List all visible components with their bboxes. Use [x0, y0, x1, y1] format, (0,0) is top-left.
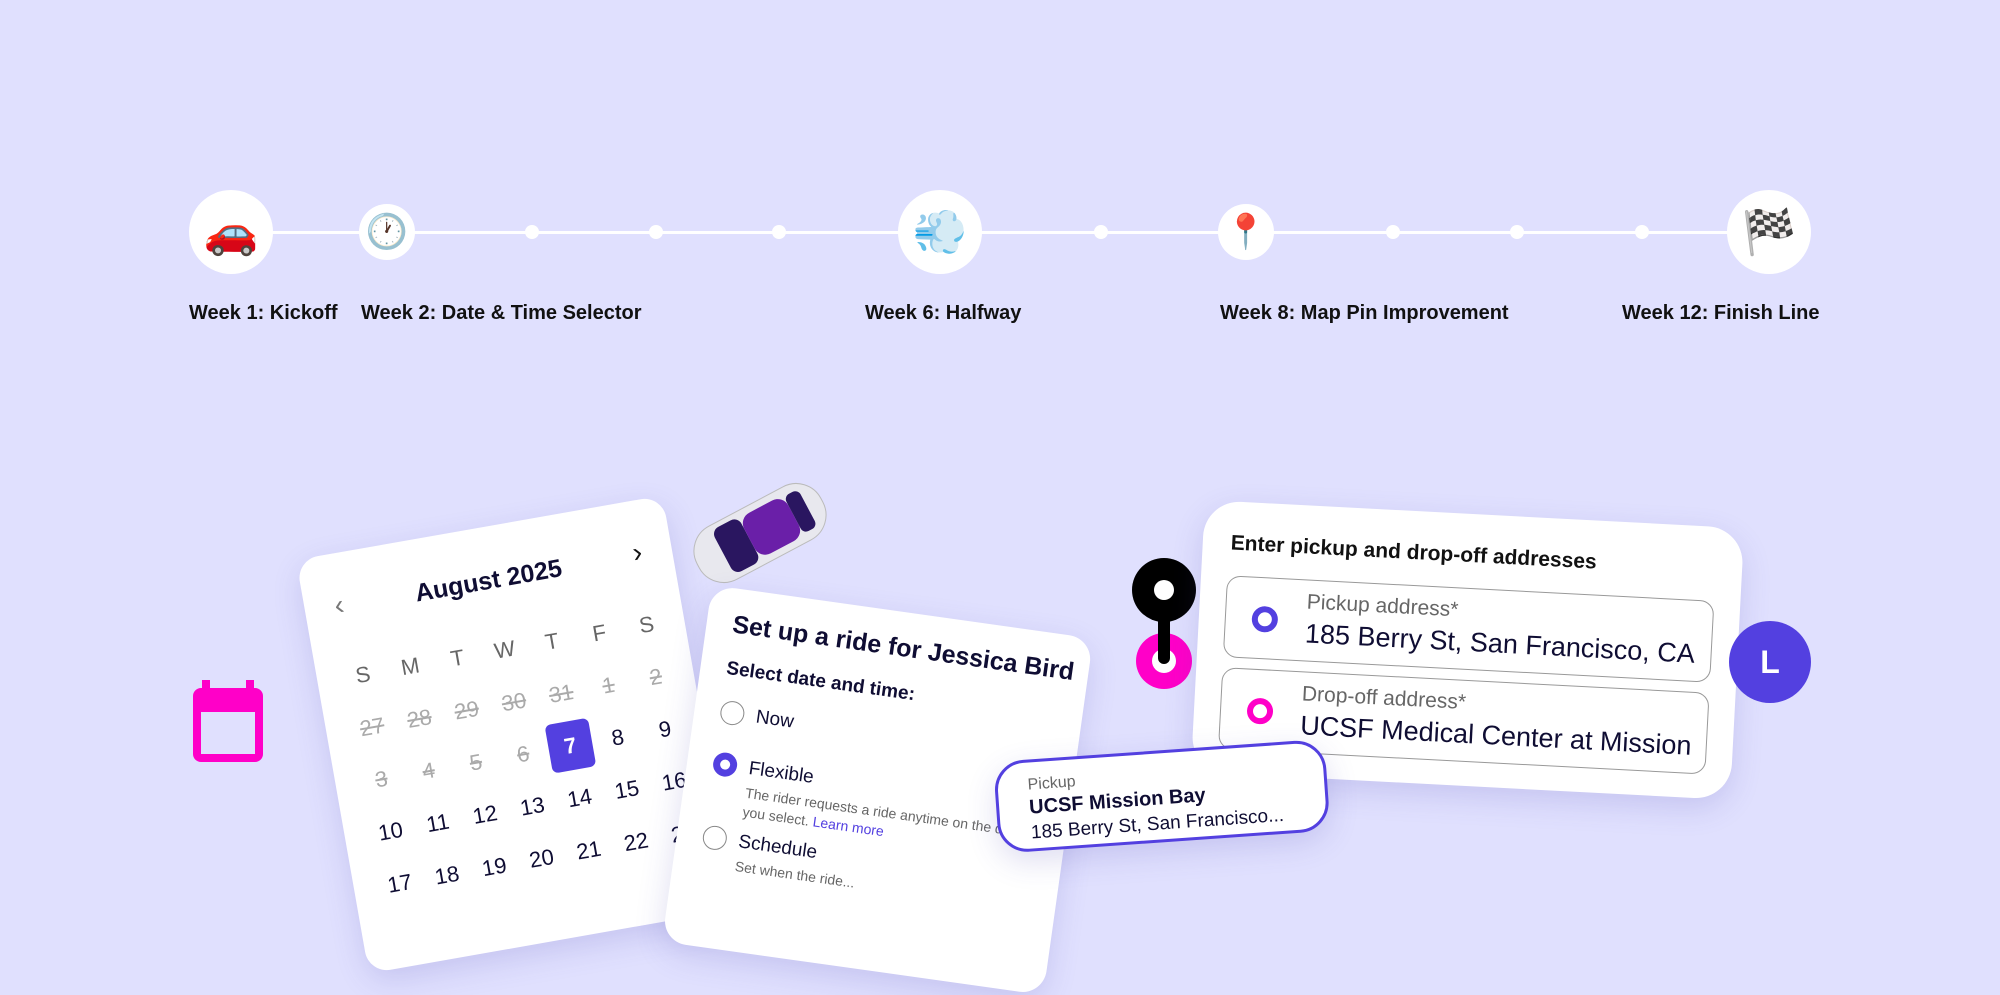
- timeline-dot: [1094, 225, 1108, 239]
- route-pin-icon: [1132, 558, 1196, 689]
- weekday-label: S: [637, 610, 656, 638]
- pushpin-icon: 📍: [1218, 204, 1274, 260]
- timeline-line: [231, 231, 1769, 234]
- timeline-dot: [1635, 225, 1649, 239]
- pickup-address-field[interactable]: Pickup address* 185 Berry St, San Franci…: [1222, 575, 1715, 683]
- car-image: [693, 483, 827, 583]
- radio-schedule[interactable]: [701, 824, 729, 852]
- ride-subtitle: Select date and time:: [725, 657, 917, 706]
- option-label: Now: [754, 706, 796, 733]
- pickup-value: 185 Berry St, San Francisco, CA: [1304, 618, 1696, 669]
- milestone-label: Week 1: Kickoff: [189, 302, 338, 324]
- radio-now[interactable]: [718, 699, 746, 727]
- calendar-day-selected[interactable]: 7: [544, 717, 597, 774]
- calendar-day[interactable]: 9: [637, 699, 693, 760]
- avatar[interactable]: L: [1729, 621, 1811, 703]
- milestone-label: Week 8: Map Pin Improvement: [1220, 302, 1509, 324]
- milestone-label: Week 6: Halfway: [865, 302, 1022, 324]
- dropoff-value: UCSF Medical Center at Mission: [1299, 710, 1693, 761]
- calendar-day-disabled: 2: [647, 662, 664, 690]
- timeline-dot: [1386, 225, 1400, 239]
- option-description: Set when the ride...: [734, 858, 856, 891]
- milestone-label: Week 12: Finish Line: [1622, 302, 1820, 324]
- timeline-dot: [772, 225, 786, 239]
- tooltip-label: Pickup: [1027, 773, 1077, 794]
- dropoff-label: Drop-off address*: [1301, 682, 1467, 714]
- address-title: Enter pickup and drop-off addresses: [1230, 531, 1598, 574]
- pickup-label: Pickup address*: [1306, 590, 1459, 622]
- dropoff-ring-icon: [1246, 697, 1274, 725]
- checkered-flag-icon: 🏁: [1727, 190, 1811, 274]
- pickup-ring-icon: [1251, 605, 1279, 633]
- option-label: Flexible: [747, 758, 816, 788]
- wind-icon: 💨: [898, 190, 982, 274]
- timeline-dot: [1510, 225, 1524, 239]
- calendar-day-disabled: 6: [514, 740, 532, 767]
- car-icon: 🚗: [189, 190, 273, 274]
- radio-flexible[interactable]: [711, 751, 739, 779]
- timeline-dot: [649, 225, 663, 239]
- clock-icon: 🕐: [359, 204, 415, 260]
- milestone-label: Week 2: Date & Time Selector: [361, 302, 642, 324]
- timeline-dot: [525, 225, 539, 239]
- calendar-icon: [193, 680, 263, 762]
- calendar-grid: S M T W T F S 27 28 29 30 31 1 2 3 4 5 6 7 8 9 10 11 12 13 14 15 16…: [335, 594, 712, 913]
